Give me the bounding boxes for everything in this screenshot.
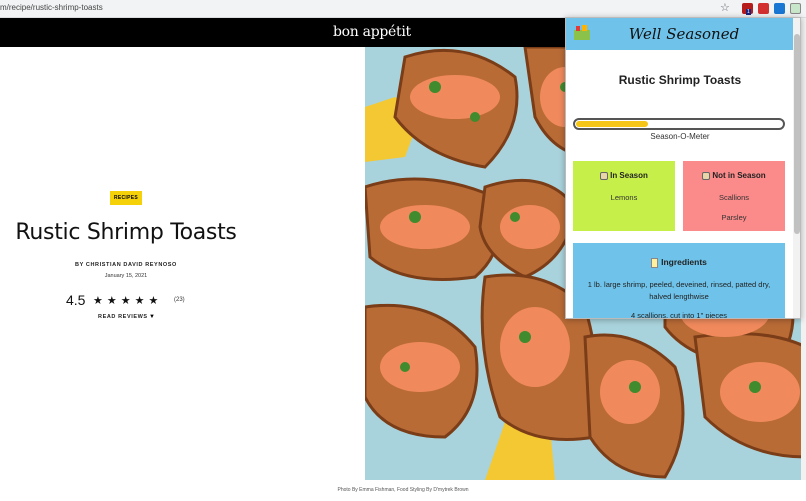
not-in-season-label: Not in Season [712, 171, 766, 180]
read-reviews-link[interactable]: READ REVIEWS [98, 314, 148, 320]
season-o-meter [573, 118, 785, 130]
not-in-season-card: Not in Season Scallions Parsley [683, 161, 785, 231]
popup-scrollbar[interactable] [793, 18, 800, 318]
rating-stars: ★★★★★ [93, 295, 163, 307]
ingredients-icon [651, 257, 659, 268]
browser-toolbar: m/recipe/rustic-shrimp-toasts ☆ 1 [0, 0, 806, 18]
ingredients-label: Ingredients [661, 257, 707, 267]
bookmark-star-icon[interactable]: ☆ [720, 1, 730, 14]
not-in-season-item: Scallions [718, 193, 749, 202]
recipe-title: Rustic Shrimp Toasts [15, 220, 237, 245]
popup-scroll-thumb[interactable] [794, 34, 800, 234]
review-count: (23) [174, 297, 185, 303]
in-season-label: In Season [610, 171, 648, 180]
season-o-meter-label: Season-O-Meter [650, 132, 710, 141]
popup-header: Well Seasoned [566, 18, 800, 50]
popup-brand: Well Seasoned [628, 25, 740, 43]
extension-icon[interactable] [774, 3, 785, 14]
site-logo[interactable]: bon appétit [333, 24, 411, 40]
not-in-season-item: Parsley [721, 213, 747, 222]
ingredient-item: 4 scallions, cut into 1" pieces [630, 311, 728, 319]
extension-badge: 1 [746, 9, 751, 15]
season-o-meter-fill [576, 121, 649, 127]
photo-caption: Photo By Emma Fishman, Food Styling By D… [337, 487, 469, 493]
page-scrollbar[interactable] [801, 18, 806, 480]
rating-value: 4.5 [66, 292, 86, 308]
thumbs-down-icon [702, 171, 711, 180]
thumbs-up-icon [600, 171, 609, 180]
ingredients-card: Ingredients 1 lb. large shrimp, peeled, … [573, 243, 785, 319]
address-bar[interactable]: m/recipe/rustic-shrimp-toasts [0, 3, 103, 12]
well-seasoned-popup: Well Seasoned Rustic Shrimp Toasts Seaso… [565, 17, 801, 319]
extension-icon[interactable] [758, 3, 769, 14]
byline[interactable]: BY CHRISTIAN DAVID REYNOSO [0, 262, 252, 268]
ingredient-item: 1 lb. large shrimp, peeled, deveined, ri… [587, 280, 771, 301]
in-season-item: Lemons [610, 193, 638, 202]
caret-down-icon[interactable]: ▼ [149, 314, 155, 320]
well-seasoned-extension-icon[interactable] [790, 3, 801, 14]
category-tag[interactable]: RECIPES [110, 191, 142, 205]
in-season-card: In Season Lemons [573, 161, 675, 231]
publish-date: January 15, 2021 [104, 273, 148, 279]
popup-recipe-title: Rustic Shrimp Toasts [618, 73, 742, 87]
